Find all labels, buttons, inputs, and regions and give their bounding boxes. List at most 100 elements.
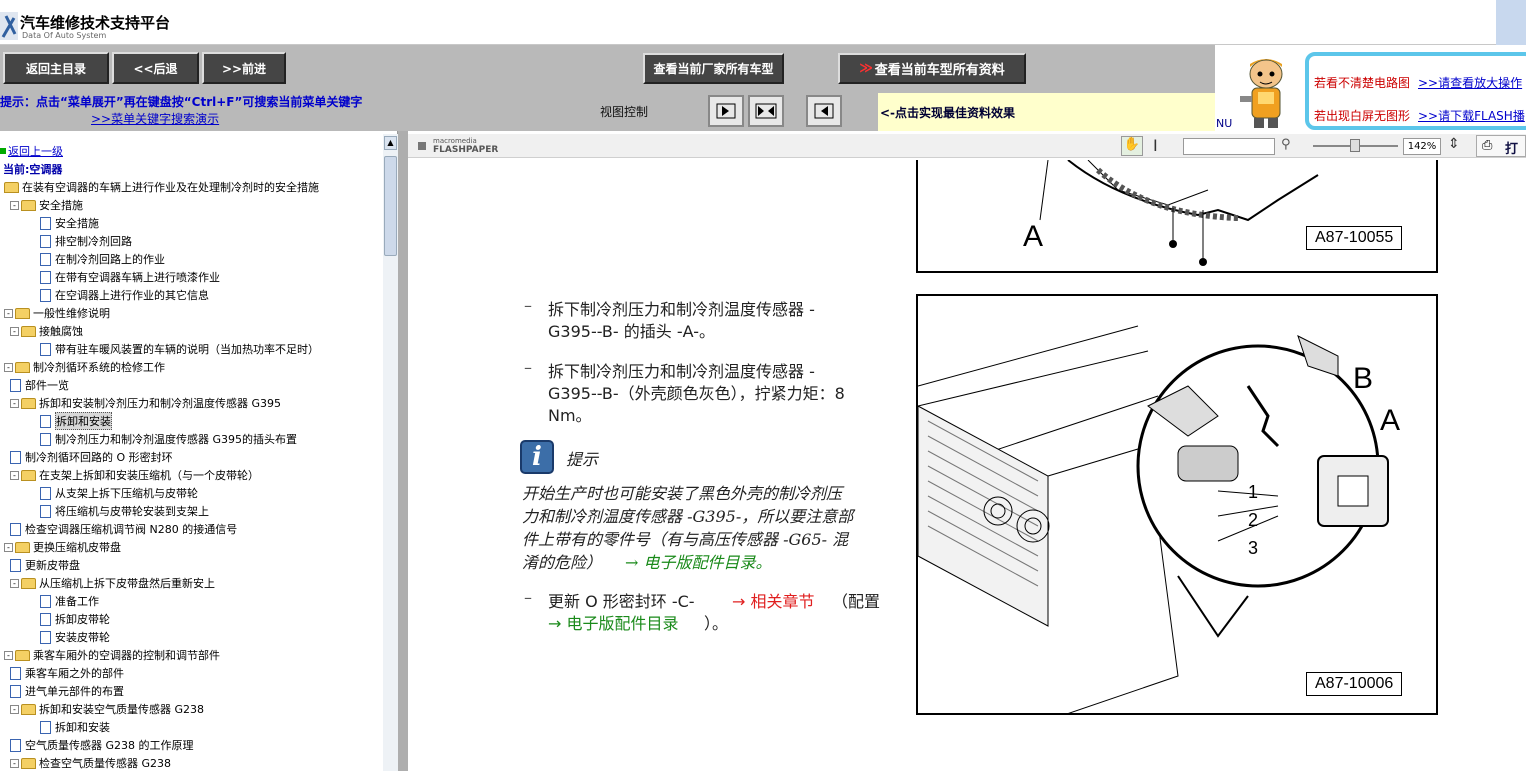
tree-item-label: 拆卸和安装制冷剂压力和制冷剂温度传感器 G395 [39, 397, 282, 410]
collapse-left-button[interactable] [806, 95, 842, 127]
step2-dash: – [524, 358, 532, 377]
tree-item[interactable]: 在制冷剂回路上的作业 [40, 250, 165, 268]
tree-toggle-icon[interactable]: - [10, 398, 19, 408]
tree-item[interactable]: 拆卸皮带轮 [40, 610, 110, 628]
tree-item[interactable]: 拆卸和安装 [40, 412, 112, 430]
tree-item[interactable]: 排空制冷剂回路 [40, 232, 132, 250]
parts-catalog-link-2[interactable]: → 电子版配件目录 [548, 610, 679, 634]
search-input[interactable] [1183, 138, 1275, 155]
tree-toggle-icon[interactable]: - [4, 308, 13, 318]
fit-page-icon[interactable]: ⇕ [1448, 136, 1460, 152]
tree-item[interactable]: 在装有空调器的车辆上进行作业及在处理制冷剂时的安全措施 [4, 178, 319, 196]
tree-item-label: 乘客车厢外的空调器的控制和调节部件 [33, 649, 220, 662]
tree-item[interactable]: - 安全措施 [10, 196, 83, 214]
app-subtitle: Data Of Auto System [22, 31, 107, 40]
tree-item[interactable]: 空气质量传感器 G238 的工作原理 [10, 736, 194, 754]
tree-item[interactable]: 更新皮带盘 [10, 556, 80, 574]
text-select-icon[interactable]: I [1153, 136, 1158, 155]
panel-splitter[interactable] [398, 131, 408, 771]
tree-item[interactable]: - 在支架上拆卸和安装压缩机（与一个皮带轮） [10, 466, 259, 484]
figure-label-1: 1 [1248, 482, 1259, 502]
tree-item[interactable]: 进气单元部件的布置 [10, 682, 124, 700]
zoom-level[interactable]: 142% [1403, 138, 1441, 155]
tree-item[interactable]: 制冷剂压力和制冷剂温度传感器 G395的插头布置 [40, 430, 297, 448]
all-models-button[interactable]: 查看当前厂家所有车型 [643, 53, 784, 84]
tree-toggle-icon[interactable]: - [4, 542, 13, 552]
flash-download-link[interactable]: >>请下载FLASH播 [1418, 107, 1525, 124]
forward-button[interactable]: >>前进 [202, 52, 286, 84]
document-icon [40, 414, 51, 428]
app-title: 汽车维修技术支持平台 [20, 14, 171, 32]
scroll-thumb[interactable] [384, 156, 397, 256]
tree-item-label: 制冷剂循环回路的 O 形密封环 [25, 451, 173, 464]
tree-item[interactable]: - 制冷剂循环系统的检修工作 [4, 358, 165, 376]
back-main-button[interactable]: 返回主目录 [3, 52, 109, 84]
expand-right-button[interactable] [708, 95, 744, 127]
tree-item[interactable]: 将压缩机与皮带轮安装到支架上 [40, 502, 209, 520]
document-icon [40, 630, 51, 644]
tree-item[interactable]: 拆卸和安装 [40, 718, 110, 736]
tree-item[interactable]: 制冷剂循环回路的 O 形密封环 [10, 448, 173, 466]
mechanic-mascot-icon [1240, 59, 1283, 128]
tree-item[interactable]: 带有驻车暖风装置的车辆的说明（当加热功率不足时） [40, 340, 319, 358]
print-button[interactable]: ⎙ 打 [1476, 135, 1526, 157]
related-chapter-link[interactable]: → 相关章节 [732, 588, 815, 612]
tree-toggle-icon[interactable]: - [10, 704, 19, 714]
tree-item[interactable]: - 接触腐蚀 [10, 322, 83, 340]
scroll-up-icon[interactable]: ▲ [384, 136, 397, 150]
hand-tool-icon[interactable]: ✋ [1121, 136, 1143, 156]
tree-item[interactable]: 安全措施 [40, 214, 99, 232]
tree-item[interactable]: - 乘客车厢外的空调器的控制和调节部件 [4, 646, 220, 664]
sidebar-scrollbar[interactable]: ▲ [383, 134, 398, 771]
tree-item[interactable]: 从支架上拆下压缩机与皮带轮 [40, 484, 198, 502]
folder-icon [21, 703, 36, 715]
step3-text-2: （配置 [832, 592, 881, 611]
tree-toggle-icon[interactable]: - [4, 362, 13, 372]
tree-item[interactable]: - 拆卸和安装制冷剂压力和制冷剂温度传感器 G395 [10, 394, 281, 412]
tree-item[interactable]: - 拆卸和安装空气质量传感器 G238 [10, 700, 204, 718]
tree-item-label: 一般性维修说明 [33, 307, 110, 320]
tree-item[interactable]: 在带有空调器车辆上进行喷漆作业 [40, 268, 220, 286]
info-icon: i [520, 440, 554, 474]
zoom-help-link[interactable]: >>请查看放大操作 [1418, 74, 1522, 91]
back-button[interactable]: <<后退 [112, 52, 199, 84]
document-icon [40, 504, 51, 518]
tree-toggle-icon[interactable]: - [4, 650, 13, 660]
step3-text-3: ）。 [704, 614, 729, 633]
back-up-item[interactable]: 返回上一级 [0, 142, 63, 160]
tree-item[interactable]: 乘客车厢之外的部件 [10, 664, 124, 682]
view-control-label: 视图控制 [600, 105, 649, 119]
tree-item[interactable]: 部件一览 [10, 376, 69, 394]
figure-sensor-drawing [918, 325, 1389, 713]
flashpaper-brand: macromedia [433, 137, 477, 145]
tree-toggle-icon[interactable]: - [10, 758, 19, 768]
tree-item[interactable]: - 更换压缩机皮带盘 [4, 538, 121, 556]
tree-item[interactable]: - 一般性维修说明 [4, 304, 110, 322]
tree-item[interactable]: 安装皮带轮 [40, 628, 110, 646]
tree-toggle-icon[interactable]: - [10, 200, 19, 210]
search-icon[interactable]: ⚲ [1281, 137, 1291, 152]
tree-item[interactable]: - 从压缩机上拆下皮带盘然后重新安上 [10, 574, 215, 592]
step2-line2: G395--B-（外壳颜色灰色），拧紧力矩：8 [548, 384, 845, 403]
tree-item-label: 更换压缩机皮带盘 [33, 541, 121, 554]
zoom-slider-handle[interactable] [1350, 139, 1360, 152]
all-data-label: 查看当前车型所有资料 [874, 63, 1005, 78]
parts-catalog-link-1[interactable]: → 电子版配件目录。 [625, 549, 772, 573]
tree-item[interactable]: 准备工作 [40, 592, 99, 610]
all-data-button[interactable]: ≫ 查看当前车型所有资料 [838, 53, 1026, 84]
expand-both-button[interactable] [748, 95, 784, 127]
tree-toggle-icon[interactable]: - [10, 470, 19, 480]
tree-item[interactable]: 检查空调器压缩机调节阀 N280 的接通信号 [10, 520, 237, 538]
tree-toggle-icon[interactable]: - [10, 578, 19, 588]
step3-text: 更新 O 形密封环 -C- [548, 592, 695, 611]
tree-toggle-icon[interactable]: - [10, 326, 19, 336]
tree-item-label: 检查空调器压缩机调节阀 N280 的接通信号 [25, 523, 238, 536]
tree-item[interactable]: 在空调器上进行作业的其它信息 [40, 286, 209, 304]
search-demo-link[interactable]: >>菜单关键字搜索演示 [91, 110, 219, 127]
document-icon [10, 558, 21, 572]
tree-item[interactable]: - 检查空气质量传感器 G238 [10, 754, 171, 771]
tree-item-label: 从压缩机上拆下皮带盘然后重新安上 [39, 577, 215, 590]
step1-line2: G395--B- 的插头 -A-。 [548, 322, 715, 341]
folder-icon [21, 397, 36, 409]
tree-item-label: 在带有空调器车辆上进行喷漆作业 [55, 271, 220, 284]
